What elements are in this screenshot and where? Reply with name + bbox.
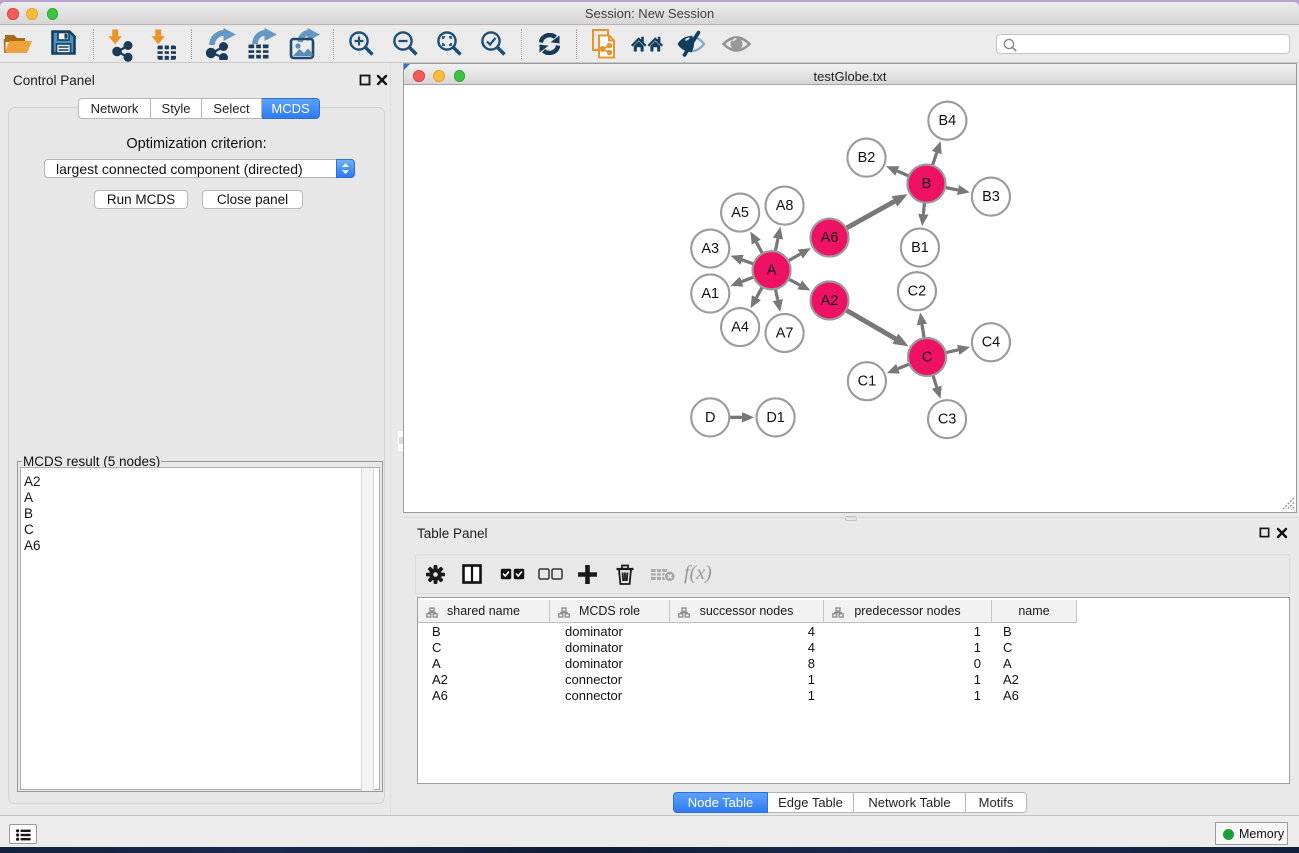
svg-text:C2: C2 (908, 284, 927, 300)
svg-text:C4: C4 (982, 335, 1001, 351)
svg-text:A5: A5 (731, 205, 749, 221)
svg-text:C3: C3 (938, 412, 957, 428)
svg-text:A3: A3 (701, 241, 719, 257)
svg-text:A: A (767, 263, 777, 279)
svg-text:A6: A6 (821, 230, 839, 246)
svg-text:B4: B4 (939, 113, 957, 129)
svg-text:B: B (922, 176, 932, 192)
svg-text:C: C (922, 350, 932, 366)
svg-text:A2: A2 (821, 293, 839, 309)
svg-text:D: D (705, 410, 715, 426)
svg-text:D1: D1 (766, 410, 785, 426)
svg-text:B2: B2 (858, 150, 876, 166)
svg-text:A1: A1 (701, 286, 719, 302)
svg-text:B3: B3 (982, 189, 1000, 205)
svg-text:A8: A8 (776, 198, 794, 214)
svg-text:A7: A7 (776, 325, 794, 341)
svg-text:B1: B1 (911, 240, 929, 256)
svg-text:A4: A4 (731, 320, 749, 336)
svg-text:C1: C1 (858, 374, 877, 390)
